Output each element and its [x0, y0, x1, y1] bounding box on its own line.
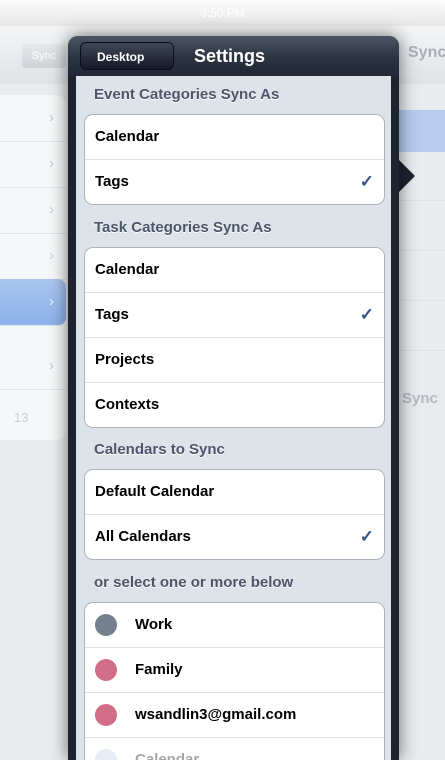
task-categories-group: Calendar Tags ✓ Projects Contexts	[84, 247, 385, 428]
section-title-event-categories: Event Categories Sync As	[94, 86, 280, 103]
divider	[395, 200, 445, 201]
background-list-row[interactable]: ›	[0, 233, 66, 280]
popover-header: Desktop Sync Settings	[68, 36, 399, 92]
popover-arrow	[397, 158, 415, 194]
event-categories-group: Calendar Tags ✓	[84, 114, 385, 205]
chevron-right-icon: ›	[49, 357, 54, 374]
divider	[395, 300, 445, 301]
option-row-event-tags[interactable]: Tags ✓	[85, 160, 384, 204]
checkmark-icon: ✓	[359, 305, 374, 324]
option-row-task-tags[interactable]: Tags ✓	[85, 293, 384, 338]
background-list-row[interactable]: ›	[0, 95, 66, 142]
chevron-right-icon: ›	[49, 155, 54, 172]
section-title-task-categories: Task Categories Sync As	[94, 219, 272, 236]
settings-popover: Desktop Sync Settings Event Categories S…	[68, 36, 399, 760]
calendar-label: Family	[135, 661, 183, 678]
calendar-list-group: Work Family wsandlin3@gmail.com Calendar	[84, 602, 385, 760]
chevron-right-icon: ›	[49, 201, 54, 218]
section-title-calendars-to-sync: Calendars to Sync	[94, 441, 225, 458]
option-label: All Calendars	[95, 528, 191, 545]
background-list-row[interactable]: ›	[0, 141, 66, 188]
status-bar: 3:50 PM	[0, 0, 445, 26]
calendar-color-dot	[95, 749, 117, 760]
option-row-task-projects[interactable]: Projects	[85, 338, 384, 383]
option-label: Calendar	[95, 261, 160, 278]
calendar-color-dot	[95, 659, 117, 681]
option-label: Tags	[95, 173, 129, 190]
background-list-row[interactable]: ›	[0, 187, 66, 234]
option-label: Projects	[95, 351, 155, 368]
calendar-row-family[interactable]: Family	[85, 648, 384, 693]
option-row-task-contexts[interactable]: Contexts	[85, 383, 384, 427]
checkmark-icon: ✓	[359, 172, 374, 191]
option-label: Default Calendar	[95, 483, 215, 500]
chevron-right-icon: ›	[49, 109, 54, 126]
option-label: Calendar	[95, 128, 160, 145]
option-row-all-calendars[interactable]: All Calendars ✓	[85, 515, 384, 559]
background-number: 13	[14, 410, 29, 425]
calendar-row-gmail[interactable]: wsandlin3@gmail.com	[85, 693, 384, 738]
calendars-to-sync-group: Default Calendar All Calendars ✓	[84, 469, 385, 560]
background-sync-button[interactable]: Sync	[22, 44, 66, 68]
background-selected-band	[395, 110, 445, 152]
status-time: 3:50 PM	[200, 6, 245, 20]
chevron-right-icon: ›	[49, 247, 54, 264]
chevron-right-icon: ›	[49, 293, 54, 310]
background-sync-label: Sync	[402, 390, 438, 407]
calendar-row-work[interactable]: Work	[85, 603, 384, 648]
checkmark-icon: ✓	[359, 527, 374, 546]
background-list-row-selected[interactable]: ›	[0, 279, 66, 326]
divider	[395, 350, 445, 351]
back-button[interactable]: Desktop Sync	[80, 42, 174, 92]
option-row-event-calendar[interactable]: Calendar	[85, 115, 384, 160]
background-right-title: Sync	[408, 44, 445, 61]
option-row-task-calendar[interactable]: Calendar	[85, 248, 384, 293]
page-title: Settings	[194, 46, 266, 66]
background-list-row[interactable]: ›	[0, 343, 66, 390]
settings-content[interactable]: Event Categories Sync As Calendar Tags ✓…	[76, 76, 391, 760]
calendar-label: Work	[135, 616, 173, 633]
option-row-default-calendar[interactable]: Default Calendar	[85, 470, 384, 515]
calendar-color-dot	[95, 614, 117, 636]
option-label: Tags	[95, 306, 129, 323]
option-label: Contexts	[95, 396, 160, 413]
calendar-color-dot	[95, 704, 117, 726]
section-title-select-calendars: or select one or more below	[94, 574, 294, 591]
calendar-label: wsandlin3@gmail.com	[135, 706, 297, 723]
divider	[395, 250, 445, 251]
